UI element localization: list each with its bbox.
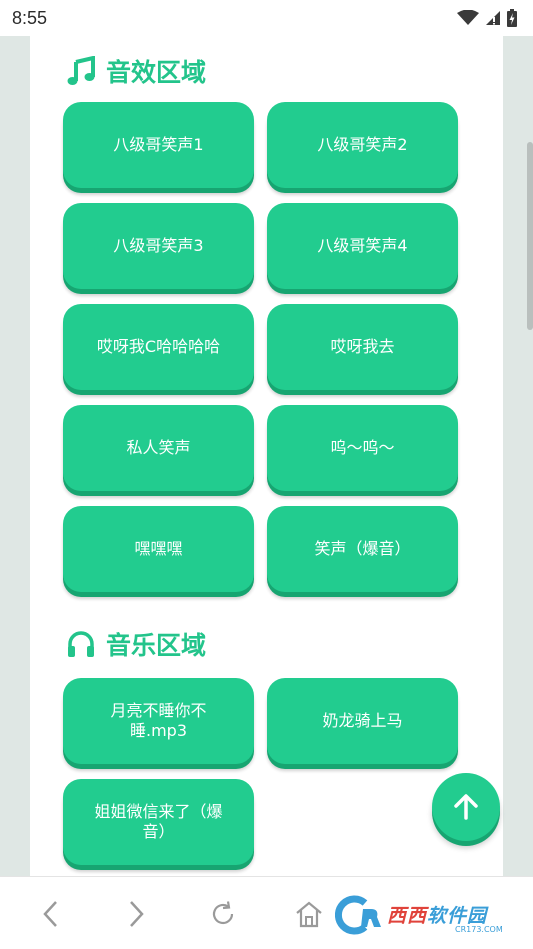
status-icons xyxy=(457,9,517,27)
status-time: 8:55 xyxy=(12,7,48,28)
sound-button[interactable]: 八级哥笑声1 xyxy=(63,102,254,188)
watermark-text: 西西软件园 xyxy=(387,905,488,927)
music-header: 音乐区域 xyxy=(66,626,206,662)
back-to-top-button[interactable] xyxy=(432,773,500,841)
wifi-icon xyxy=(457,10,479,25)
chevron-right-icon xyxy=(130,901,144,927)
sound-button[interactable]: 八级哥笑声2 xyxy=(267,102,458,188)
chevron-left-icon xyxy=(43,901,57,927)
sound-effects-header: 音效区域 xyxy=(66,53,206,89)
signal-icon xyxy=(486,11,500,25)
forward-button[interactable] xyxy=(119,897,153,931)
music-button[interactable]: 姐姐微信来了（爆音） xyxy=(63,779,254,865)
watermark-url: CR173.COM xyxy=(455,925,503,934)
home-button[interactable] xyxy=(292,897,326,931)
home-icon xyxy=(296,901,322,928)
music-button[interactable]: 月亮不睡你不睡.mp3 xyxy=(63,678,254,764)
sound-button[interactable]: 呜～呜～ xyxy=(267,405,458,491)
reload-icon xyxy=(212,901,234,925)
sound-button[interactable]: 哎呀我C哈哈哈哈 xyxy=(63,304,254,390)
back-button[interactable] xyxy=(34,897,68,931)
watermark-logo: 西西软件园 CR173.COM xyxy=(335,895,515,935)
scrollbar-thumb[interactable] xyxy=(527,142,533,330)
content-panel: 音效区域 八级哥笑声1 八级哥笑声2 八级哥笑声3 八级哥笑声4 哎呀我C哈哈哈… xyxy=(30,36,503,876)
music-note-icon xyxy=(67,56,95,85)
headphones-icon xyxy=(68,631,94,657)
sound-button[interactable]: 八级哥笑声3 xyxy=(63,203,254,289)
sound-button[interactable]: 笑声（爆音） xyxy=(267,506,458,592)
sound-button[interactable]: 哎呀我去 xyxy=(267,304,458,390)
sound-button[interactable]: 嘿嘿嘿 xyxy=(63,506,254,592)
battery-icon xyxy=(507,9,517,27)
browser-toolbar: 西西软件园 CR173.COM xyxy=(0,876,533,949)
music-title: 音乐区域 xyxy=(106,631,207,660)
cr-logo-icon xyxy=(335,895,381,935)
reload-button[interactable] xyxy=(206,897,240,931)
arrow-up-icon xyxy=(454,794,478,820)
status-bar: 8:55 xyxy=(0,0,533,36)
sound-button[interactable]: 八级哥笑声4 xyxy=(267,203,458,289)
sound-button[interactable]: 私人笑声 xyxy=(63,405,254,491)
music-button[interactable]: 奶龙骑上马 xyxy=(267,678,458,764)
sound-effects-title: 音效区域 xyxy=(106,58,207,87)
